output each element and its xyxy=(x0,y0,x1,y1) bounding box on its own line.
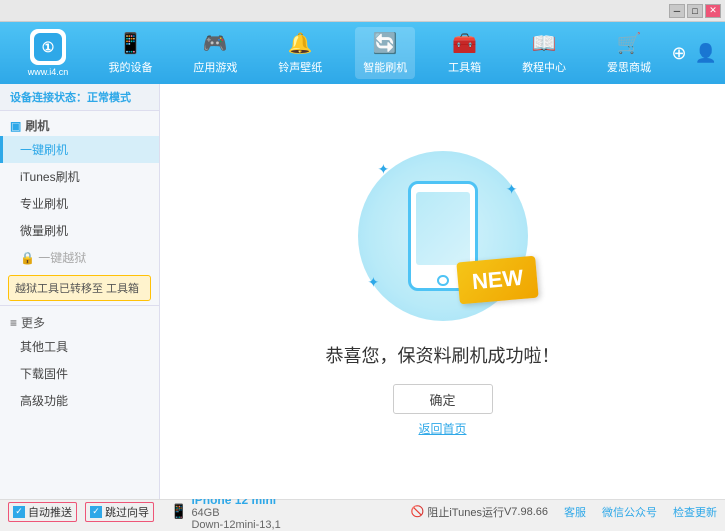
more-section-label: 更多 xyxy=(21,314,45,331)
logo: ① www.i4.cn xyxy=(8,29,88,77)
logo-icon: ① xyxy=(30,29,66,65)
nav-smart-flash[interactable]: 🔄 智能刷机 xyxy=(355,27,415,79)
flash-section-label: 刷机 xyxy=(25,117,49,134)
logo-inner: ① xyxy=(34,33,62,61)
more-section-header: ≡ 更多 xyxy=(0,310,159,333)
logo-text: www.i4.cn xyxy=(28,67,69,77)
more-icon: ≡ xyxy=(10,316,17,330)
nav-tutorials-label: 教程中心 xyxy=(522,59,566,75)
status-value: 正常模式 xyxy=(87,92,131,104)
apps-icon: 🎮 xyxy=(203,31,228,56)
sparkle-1: ✦ xyxy=(378,161,390,178)
nav-ringtones-label: 铃声壁纸 xyxy=(278,59,322,75)
no-itunes-toggle[interactable]: 🚫 阻止iTunes运行 xyxy=(411,504,504,520)
nav-toolbox[interactable]: 🧰 工具箱 xyxy=(440,27,489,79)
device-status: 设备连接状态：正常模式 xyxy=(0,84,159,111)
nav-store[interactable]: 🛒 爱思商城 xyxy=(599,27,659,79)
user-button[interactable]: 👤 xyxy=(695,43,717,64)
support-link[interactable]: 客服 xyxy=(564,504,586,520)
store-icon: 🛒 xyxy=(617,31,642,56)
nav-smart-flash-label: 智能刷机 xyxy=(363,59,407,75)
auto-push-check-icon: ✓ xyxy=(13,506,25,518)
nav-my-device[interactable]: 📱 我的设备 xyxy=(100,27,160,79)
nav-bar: 📱 我的设备 🎮 应用游戏 🔔 铃声壁纸 🔄 智能刷机 🧰 工具箱 📖 教程中心… xyxy=(88,27,671,79)
sidebar-notice: 越狱工具已转移至 工具箱 xyxy=(8,275,151,301)
auto-push-checkbox[interactable]: ✓ 自动推送 xyxy=(8,502,77,522)
auto-push-label: 自动推送 xyxy=(28,504,72,520)
phone-screen xyxy=(416,192,470,265)
sidebar-item-one-key-restore: 🔒 一键越狱 xyxy=(0,244,159,271)
success-illustration: NEW ✦ ✦ ✦ xyxy=(353,146,533,326)
download-button[interactable]: ⊕ xyxy=(671,43,686,64)
no-itunes-label: 阻止iTunes运行 xyxy=(427,504,504,520)
minimize-button[interactable]: ─ xyxy=(669,4,685,18)
nav-actions: ⊕ 👤 xyxy=(671,43,717,64)
bottom-panel: ✓ 自动推送 ✓ 跳过向导 📱 iPhone 12 mini 64GB Down… xyxy=(0,499,725,523)
sidebar: 设备连接状态：正常模式 ▣ 刷机 一键刷机 iTunes刷机 专业刷机 微量刷机… xyxy=(0,84,160,499)
sparkle-3: ✦ xyxy=(368,274,380,291)
tutorials-icon: 📖 xyxy=(532,31,557,56)
header: ① www.i4.cn 📱 我的设备 🎮 应用游戏 🔔 铃声壁纸 🔄 智能刷机 … xyxy=(0,22,725,84)
sidebar-item-download-firmware[interactable]: 下载固件 xyxy=(0,360,159,387)
success-message: 恭喜您，保资料刷机成功啦！ xyxy=(326,342,560,368)
device-phone-icon: 📱 xyxy=(170,503,187,520)
lock-icon: 🔒 xyxy=(20,251,38,265)
sparkle-2: ✦ xyxy=(506,181,518,198)
skip-wizard-label: 跳过向导 xyxy=(105,504,149,520)
nav-toolbox-label: 工具箱 xyxy=(448,59,481,75)
my-device-icon: 📱 xyxy=(118,31,143,56)
sidebar-item-pro-flash[interactable]: 专业刷机 xyxy=(0,190,159,217)
nav-store-label: 爱思商城 xyxy=(607,59,651,75)
status-label: 设备连接状态： xyxy=(10,92,87,104)
content-area: NEW ✦ ✦ ✦ 恭喜您，保资料刷机成功啦！ 确定 返回首页 xyxy=(160,84,725,499)
main-area: 设备连接状态：正常模式 ▣ 刷机 一键刷机 iTunes刷机 专业刷机 微量刷机… xyxy=(0,84,725,499)
no-itunes-icon: 🚫 xyxy=(411,505,425,518)
nav-tutorials[interactable]: 📖 教程中心 xyxy=(514,27,574,79)
titlebar: ─ □ ✕ xyxy=(0,0,725,22)
skip-wizard-checkbox[interactable]: ✓ 跳过向导 xyxy=(85,502,154,522)
flash-section-header: ▣ 刷机 xyxy=(0,111,159,136)
version-label: V7.98.66 xyxy=(504,506,548,518)
nav-apps-label: 应用游戏 xyxy=(193,59,237,75)
nav-my-device-label: 我的设备 xyxy=(108,59,152,75)
maximize-button[interactable]: □ xyxy=(687,4,703,18)
device-model: Down-12mini-13,1 xyxy=(191,519,280,531)
toolbox-icon: 🧰 xyxy=(452,31,477,56)
ringtones-icon: 🔔 xyxy=(288,31,313,56)
update-link[interactable]: 检查更新 xyxy=(673,504,717,520)
bottom-right: V7.98.66 客服 微信公众号 检查更新 xyxy=(504,504,717,520)
device-storage: 64GB xyxy=(191,507,280,519)
phone-home-button xyxy=(437,275,449,286)
sidebar-item-itunes-flash[interactable]: iTunes刷机 xyxy=(0,163,159,190)
back-link[interactable]: 返回首页 xyxy=(418,420,466,437)
restore-label: 一键越狱 xyxy=(38,251,86,265)
sidebar-item-micro-flash[interactable]: 微量刷机 xyxy=(0,217,159,244)
wechat-link[interactable]: 微信公众号 xyxy=(602,504,657,520)
sidebar-divider xyxy=(0,305,159,306)
sidebar-item-one-key-flash[interactable]: 一键刷机 xyxy=(0,136,159,163)
nav-ringtones[interactable]: 🔔 铃声壁纸 xyxy=(270,27,330,79)
flash-section-icon: ▣ xyxy=(10,119,21,133)
smart-flash-icon: 🔄 xyxy=(373,31,398,56)
window-controls: ─ □ ✕ xyxy=(669,4,721,18)
sidebar-item-other-tools[interactable]: 其他工具 xyxy=(0,333,159,360)
nav-apps[interactable]: 🎮 应用游戏 xyxy=(185,27,245,79)
circle-background: NEW ✦ ✦ ✦ xyxy=(358,151,528,321)
sidebar-item-advanced[interactable]: 高级功能 xyxy=(0,387,159,414)
skip-wizard-check-icon: ✓ xyxy=(90,506,102,518)
confirm-button[interactable]: 确定 xyxy=(393,384,493,414)
close-button[interactable]: ✕ xyxy=(705,4,721,18)
new-badge: NEW xyxy=(456,256,539,305)
